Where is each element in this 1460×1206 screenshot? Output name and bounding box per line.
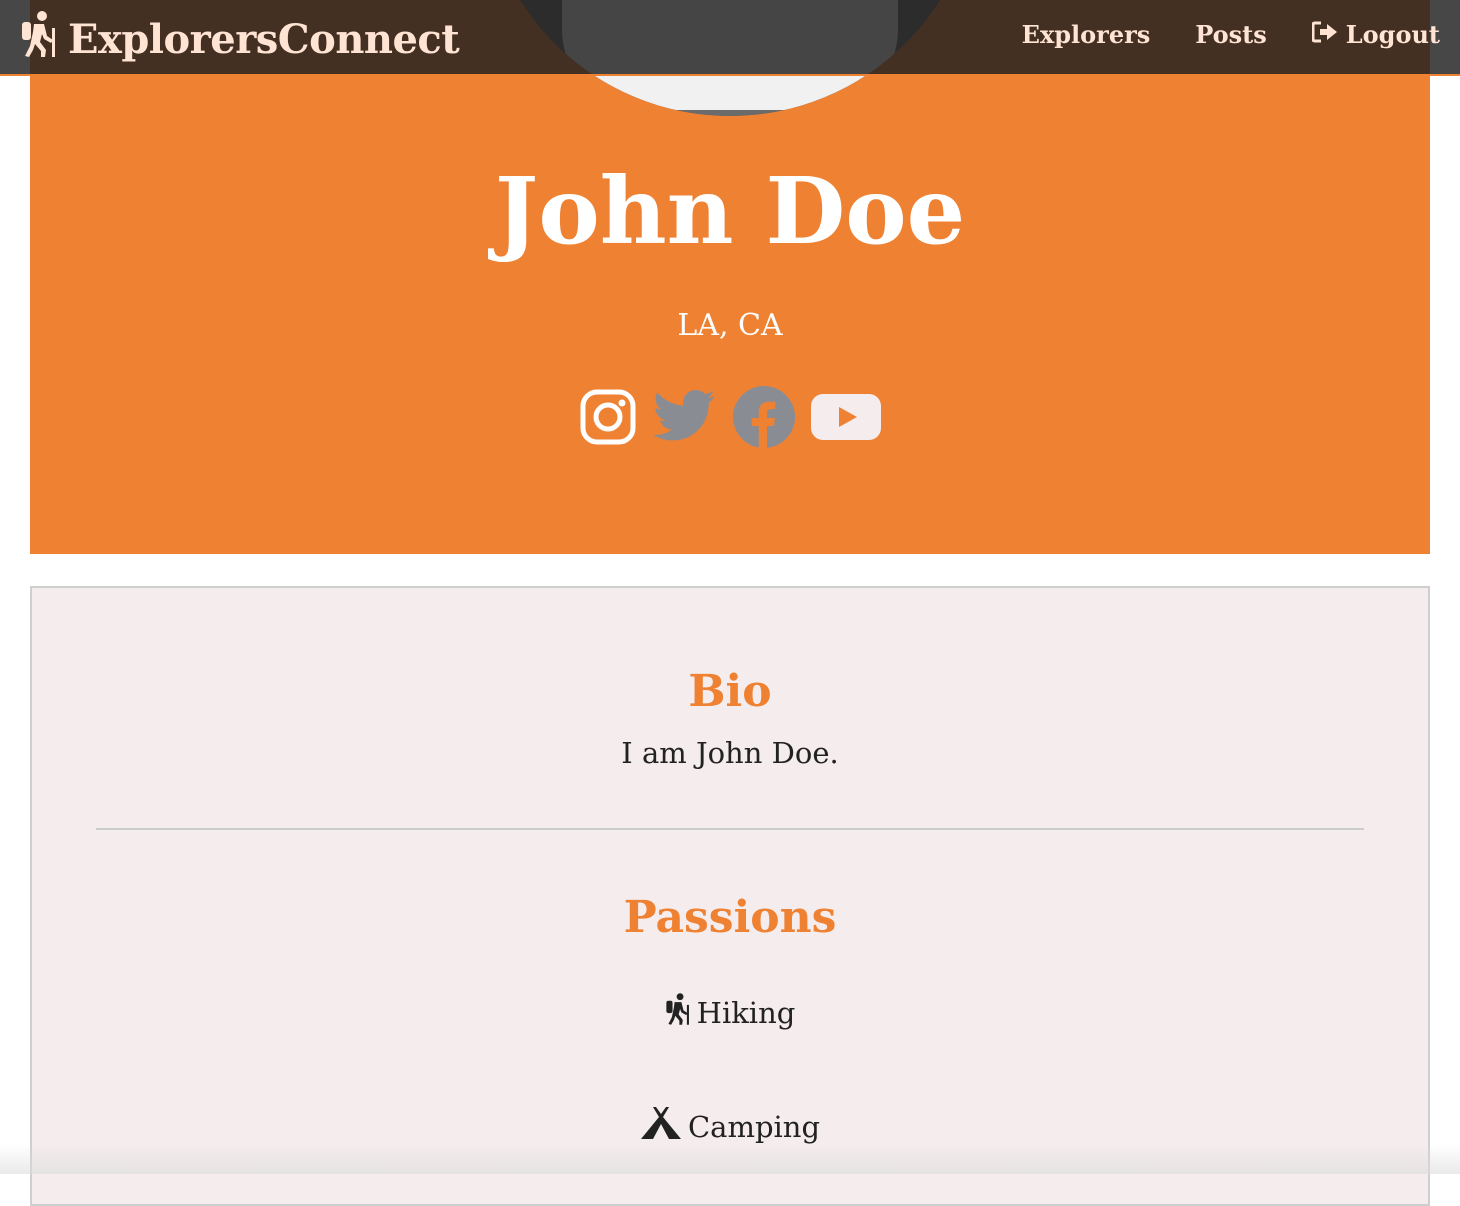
passion-label: Camping [687, 1109, 821, 1144]
logout-icon [1311, 20, 1338, 49]
brand-logo[interactable]: ExplorersConnect [20, 10, 460, 68]
logout-label: Logout [1345, 20, 1440, 49]
profile-name: John Doe [494, 157, 966, 265]
passion-item-camping: Camping [32, 1106, 1428, 1147]
instagram-icon[interactable] [579, 388, 637, 446]
facebook-icon[interactable] [733, 386, 795, 448]
hiking-icon [665, 992, 691, 1033]
youtube-icon[interactable] [811, 392, 881, 442]
bio-text: I am John Doe. [621, 736, 839, 770]
brand-name: ExplorersConnect [68, 15, 460, 63]
bottom-fade [0, 1144, 1460, 1174]
social-links [30, 386, 1430, 448]
passion-label: Hiking [696, 995, 796, 1030]
nav-posts-link[interactable]: Posts [1195, 20, 1267, 49]
hiking-icon [20, 10, 58, 68]
passions-title: Passions [623, 892, 837, 943]
logout-button[interactable]: Logout [1311, 20, 1440, 49]
profile-hero: John Doe LA, CA [30, 0, 1430, 554]
top-navbar: ExplorersConnect Explorers Posts Logout [0, 0, 1460, 76]
bio-title: Bio [688, 666, 772, 717]
profile-details-card: Bio I am John Doe. Passions Hiking Campi… [30, 586, 1430, 1206]
profile-location: LA, CA [677, 308, 783, 343]
nav-explorers-link[interactable]: Explorers [1022, 20, 1151, 49]
passion-item-hiking: Hiking [32, 992, 1428, 1033]
nav-links: Explorers Posts Logout [1022, 20, 1440, 49]
section-divider [96, 828, 1364, 830]
tent-icon [640, 1106, 682, 1147]
twitter-icon[interactable] [653, 390, 717, 444]
